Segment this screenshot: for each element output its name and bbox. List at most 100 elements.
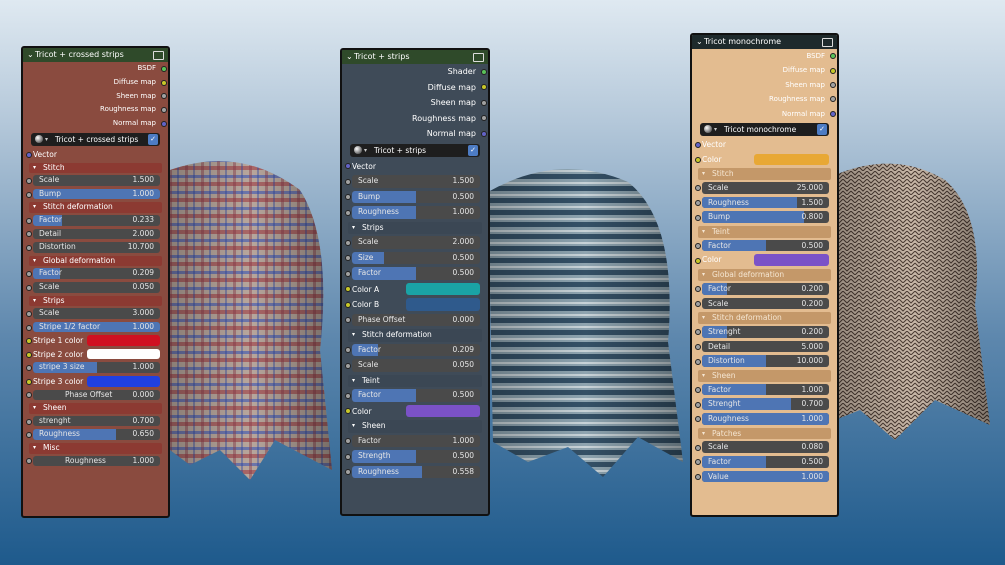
color-swatch[interactable]: [406, 404, 480, 417]
number-field[interactable]: Factor 0.500: [702, 456, 829, 468]
number-field[interactable]: Distortion 10.000: [702, 355, 829, 367]
input-socket-icon[interactable]: [26, 271, 32, 278]
color-swatch[interactable]: [87, 376, 160, 387]
number-field[interactable]: Roughness 1.000: [352, 206, 480, 219]
panel-global-deformation[interactable]: ▾ Global deformation: [29, 255, 162, 267]
input-socket-icon[interactable]: [26, 231, 32, 238]
panel-patches[interactable]: ▾ Patches: [698, 427, 831, 440]
output-socket-icon[interactable]: [481, 115, 487, 122]
input-socket-icon[interactable]: [26, 324, 32, 331]
input-socket-icon[interactable]: [345, 209, 351, 216]
panel-stitch-deformation[interactable]: ▾ Stitch deformation: [29, 202, 162, 213]
number-field[interactable]: Roughness 1.000: [33, 455, 160, 467]
number-field[interactable]: Phase Offset 0.000: [33, 389, 160, 401]
output-socket-icon[interactable]: [481, 130, 487, 137]
number-field[interactable]: Bump 1.000: [33, 188, 160, 200]
number-field[interactable]: Scale 1.500: [33, 175, 160, 186]
input-socket-icon[interactable]: [695, 444, 701, 451]
input-socket-icon[interactable]: [26, 217, 32, 224]
number-field[interactable]: strenght 0.700: [33, 415, 160, 427]
input-socket-icon[interactable]: [345, 392, 351, 399]
output-socket-icon[interactable]: [161, 93, 167, 100]
number-field[interactable]: Size 0.500: [352, 251, 480, 264]
node-group-selector[interactable]: ▾ Tricot monochrome ✓: [700, 122, 829, 136]
panel-sheen[interactable]: ▾ Sheen: [698, 369, 831, 382]
output-socket-icon[interactable]: [161, 121, 167, 128]
input-socket-icon[interactable]: [345, 286, 351, 293]
number-field[interactable]: Factor 0.500: [352, 389, 480, 402]
color-swatch[interactable]: [406, 282, 480, 295]
number-field[interactable]: stripe 3 size 1.000: [33, 362, 160, 374]
panel-stitch-deformation[interactable]: ▾ Stitch deformation: [348, 329, 482, 342]
number-field[interactable]: Scale 3.000: [33, 308, 160, 319]
input-socket-icon[interactable]: [695, 243, 701, 250]
panel-global-deformation[interactable]: ▾ Global deformation: [698, 269, 831, 281]
input-socket-icon[interactable]: [26, 191, 32, 198]
input-socket-icon[interactable]: [345, 317, 351, 324]
output-socket-icon[interactable]: [830, 96, 836, 103]
input-socket-icon[interactable]: [26, 458, 32, 465]
number-field[interactable]: Value 1.000: [702, 470, 829, 483]
node-header[interactable]: ⌄ Tricot + crossed strips: [23, 48, 168, 62]
number-field[interactable]: Factor 0.500: [702, 239, 829, 252]
panel-stitch-deformation[interactable]: ▾ Stitch deformation: [698, 312, 831, 324]
color-swatch[interactable]: [754, 254, 829, 267]
panel-teint[interactable]: ▾ Teint: [348, 374, 482, 387]
node-tricot-strips[interactable]: ⌄ Tricot + strips Shader Diffuse map Sheen m…: [340, 48, 490, 516]
input-socket-icon[interactable]: [26, 244, 32, 251]
panel-misc[interactable]: ▾ Misc: [29, 443, 162, 454]
input-socket-icon[interactable]: [345, 362, 351, 369]
input-socket-icon[interactable]: [695, 474, 701, 481]
input-socket-icon[interactable]: [695, 416, 701, 423]
number-field[interactable]: Bump 0.800: [702, 211, 829, 224]
panel-sheen[interactable]: ▾ Sheen: [29, 403, 162, 414]
input-socket-icon[interactable]: [345, 163, 351, 170]
output-socket-icon[interactable]: [830, 53, 836, 60]
color-swatch[interactable]: [87, 335, 160, 346]
output-socket-icon[interactable]: [481, 84, 487, 91]
input-socket-icon[interactable]: [345, 178, 351, 185]
input-socket-icon[interactable]: [26, 351, 32, 358]
input-socket-icon[interactable]: [345, 438, 351, 445]
color-swatch[interactable]: [754, 153, 829, 166]
node-group-icon[interactable]: [473, 53, 484, 62]
number-field[interactable]: Scale 0.050: [33, 281, 160, 293]
input-socket-icon[interactable]: [345, 408, 351, 415]
input-socket-icon[interactable]: [695, 142, 701, 149]
input-socket-icon[interactable]: [695, 200, 701, 207]
node-header[interactable]: ⌄ Tricot monochrome: [692, 35, 837, 49]
number-field[interactable]: Scale 2.000: [352, 236, 480, 249]
number-field[interactable]: Scale 0.050: [352, 359, 480, 372]
number-field[interactable]: Factor 1.000: [352, 434, 480, 447]
number-field[interactable]: Scale 0.200: [702, 297, 829, 310]
input-socket-icon[interactable]: [695, 386, 701, 393]
input-socket-icon[interactable]: [26, 310, 32, 317]
input-socket-icon[interactable]: [26, 378, 32, 385]
chevron-down-icon[interactable]: ⌄: [27, 48, 34, 62]
node-group-icon[interactable]: [153, 51, 164, 60]
node-header[interactable]: ⌄ Tricot + strips: [342, 50, 488, 64]
chevron-down-icon[interactable]: ⌄: [346, 50, 353, 64]
fake-user-shield-icon[interactable]: ✓: [817, 123, 827, 135]
input-socket-icon[interactable]: [695, 286, 701, 293]
node-group-icon[interactable]: [822, 38, 833, 47]
input-socket-icon[interactable]: [695, 401, 701, 408]
number-field[interactable]: Factor 0.200: [702, 282, 829, 295]
input-socket-icon[interactable]: [345, 239, 351, 246]
number-field[interactable]: Strenght 0.200: [702, 325, 829, 338]
input-socket-icon[interactable]: [345, 194, 351, 201]
output-socket-icon[interactable]: [830, 81, 836, 88]
input-socket-icon[interactable]: [695, 185, 701, 192]
panel-stitch[interactable]: ▾ Stitch: [698, 168, 831, 181]
input-socket-icon[interactable]: [26, 284, 32, 291]
node-tricot-monochrome[interactable]: ⌄ Tricot monochrome BSDF Diffuse map Sheen m…: [690, 33, 839, 517]
output-socket-icon[interactable]: [481, 68, 487, 75]
chevron-down-icon[interactable]: ⌄: [696, 35, 703, 49]
number-field[interactable]: Factor 0.209: [33, 268, 160, 279]
input-socket-icon[interactable]: [26, 151, 32, 158]
input-socket-icon[interactable]: [345, 255, 351, 262]
panel-strips[interactable]: ▾ Strips: [348, 221, 482, 234]
input-socket-icon[interactable]: [345, 270, 351, 277]
input-socket-icon[interactable]: [26, 365, 32, 372]
fake-user-shield-icon[interactable]: ✓: [148, 133, 158, 145]
